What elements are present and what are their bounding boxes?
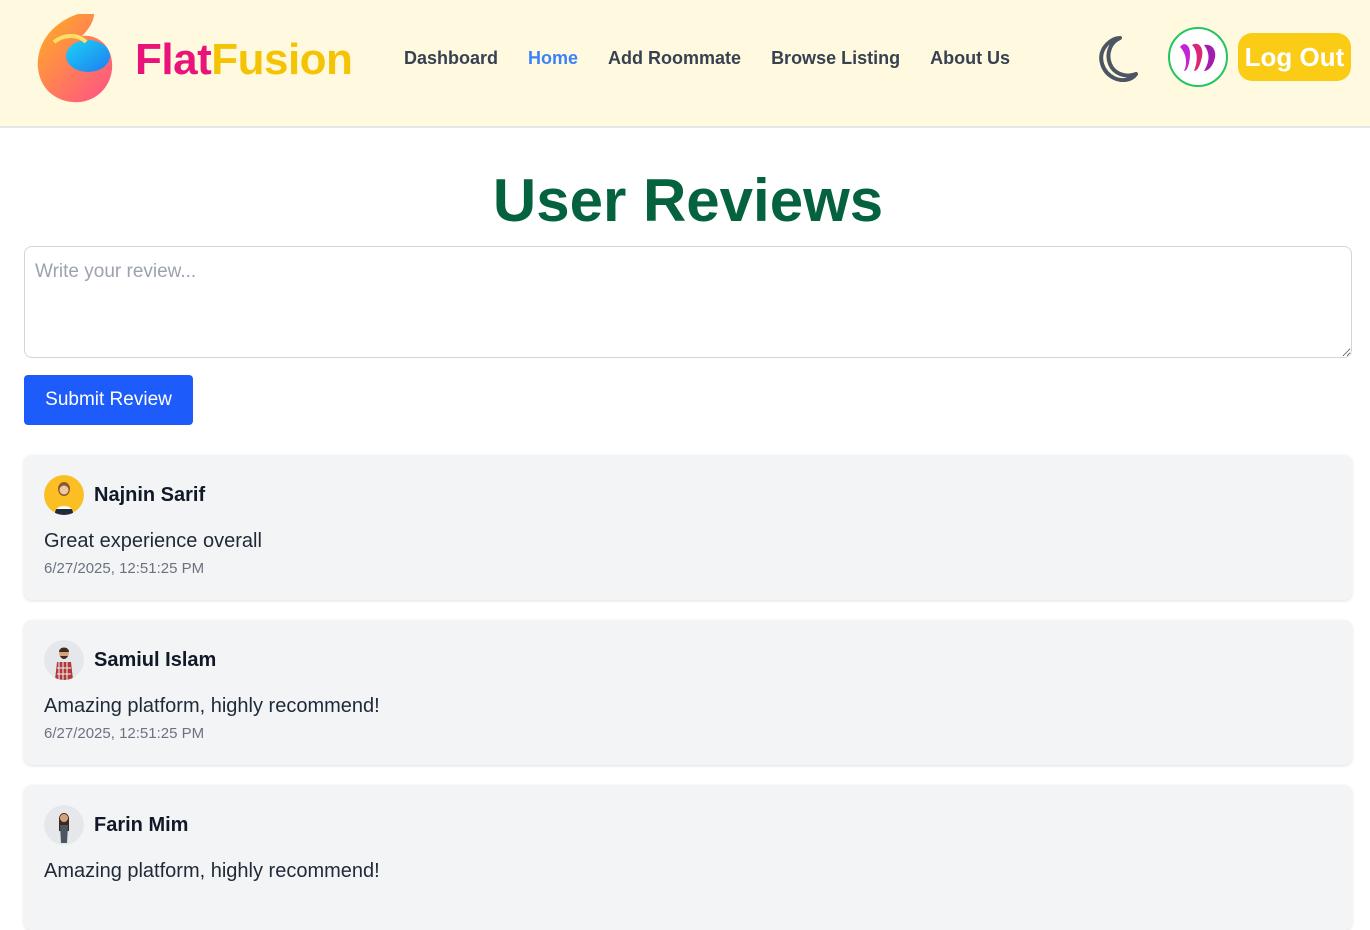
review-text: Amazing platform, highly recommend! [44,695,380,717]
brand-part-fusion: Fusion [211,35,353,84]
review-date: 6/27/2025, 12:51:25 PM [44,725,205,742]
logout-button[interactable]: Log Out [1238,33,1351,81]
flatfusion-logo-icon[interactable] [34,12,114,104]
reviewer-avatar [44,640,84,680]
reviewer-name: Samiul Islam [94,648,217,671]
nav-link-dashboard[interactable]: Dashboard [404,46,498,70]
page-title: User Reviews [492,167,884,234]
review-header: Samiul Islam [44,640,1332,680]
review-textarea[interactable] [24,246,1352,358]
reviewer-avatar [44,475,84,515]
submit-review-button[interactable]: Submit Review [24,375,193,425]
review-card: Najnin Sarif Great experience overall 6/… [24,455,1352,600]
review-header: Najnin Sarif [44,475,1332,515]
nav-link-browse-listing[interactable]: Browse Listing [771,46,900,70]
nav-link-home[interactable]: Home [528,46,578,70]
review-text: Great experience overall [44,530,262,552]
reviewer-avatar [44,805,84,845]
moon-icon[interactable] [1094,34,1142,83]
nav-link-add-roommate[interactable]: Add Roommate [608,46,741,70]
brand-name[interactable]: FlatFusion [135,34,353,86]
nav-links: Dashboard Home Add Roommate Browse Listi… [404,46,1040,70]
reviewer-name: Farin Mim [94,813,189,836]
review-card: Samiul Islam Amazing platform, highly re… [24,620,1352,765]
navbar: FlatFusion Dashboard Home Add Roommate B… [0,0,1370,128]
review-card: Farin Mim Amazing platform, highly recom… [24,785,1352,930]
user-avatar-icon [1180,43,1216,71]
nav-link-about-us[interactable]: About Us [930,46,1010,70]
reviewer-name: Najnin Sarif [94,483,206,506]
review-date: 6/27/2025, 12:51:25 PM [44,560,205,577]
review-header: Farin Mim [44,805,1332,845]
brand-part-flat: Flat [135,35,212,84]
review-text: Amazing platform, highly recommend! [44,860,380,882]
user-avatar-button[interactable] [1168,27,1228,87]
